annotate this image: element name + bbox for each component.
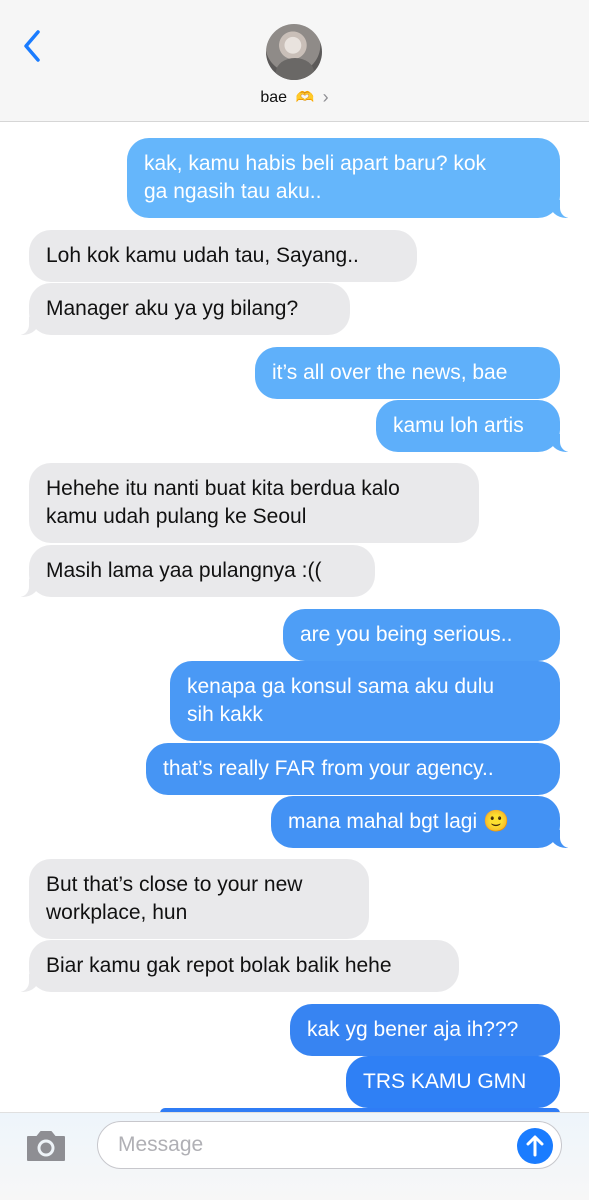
- message-bubble-incoming[interactable]: Biar kamu gak repot bolak balik hehe: [17, 940, 459, 992]
- arrow-up-icon: [526, 1135, 544, 1157]
- message-thread: kak, kamu habis beli apart baru? kok ga …: [0, 0, 589, 1200]
- message-bubble-outgoing[interactable]: mana mahal bgt lagi 🙂: [271, 796, 572, 848]
- camera-icon[interactable]: [24, 1128, 68, 1164]
- message-bubble-outgoing[interactable]: kenapa ga konsul sama aku dulu sih kakk: [170, 661, 560, 741]
- message-bubble-outgoing[interactable]: kamu loh artis: [376, 400, 572, 452]
- message-bubble-incoming[interactable]: Loh kok kamu udah tau, Sayang..: [29, 230, 417, 282]
- message-bubble-incoming[interactable]: Masih lama yaa pulangnya :((: [17, 545, 375, 597]
- message-bubble-outgoing[interactable]: kak, kamu habis beli apart baru? kok ga …: [127, 138, 572, 218]
- send-button[interactable]: [517, 1128, 553, 1164]
- message-bubble-incoming[interactable]: Manager aku ya yg bilang?: [17, 283, 350, 335]
- message-bubble-outgoing[interactable]: it’s all over the news, bae: [255, 347, 560, 399]
- message-bubble-incoming[interactable]: But that’s close to your new workplace, …: [29, 859, 369, 939]
- message-bubble-outgoing[interactable]: TRS KAMU GMN: [346, 1056, 560, 1108]
- message-input[interactable]: Message: [97, 1121, 562, 1169]
- message-bubble-outgoing[interactable]: kak yg bener aja ih???: [290, 1004, 560, 1056]
- message-bubble-incoming[interactable]: Hehehe itu nanti buat kita berdua kalo k…: [29, 463, 479, 543]
- message-composer: Message: [0, 1112, 589, 1200]
- message-bubble-outgoing[interactable]: that’s really FAR from your agency..: [146, 743, 560, 795]
- message-bubble-outgoing[interactable]: are you being serious..: [283, 609, 560, 661]
